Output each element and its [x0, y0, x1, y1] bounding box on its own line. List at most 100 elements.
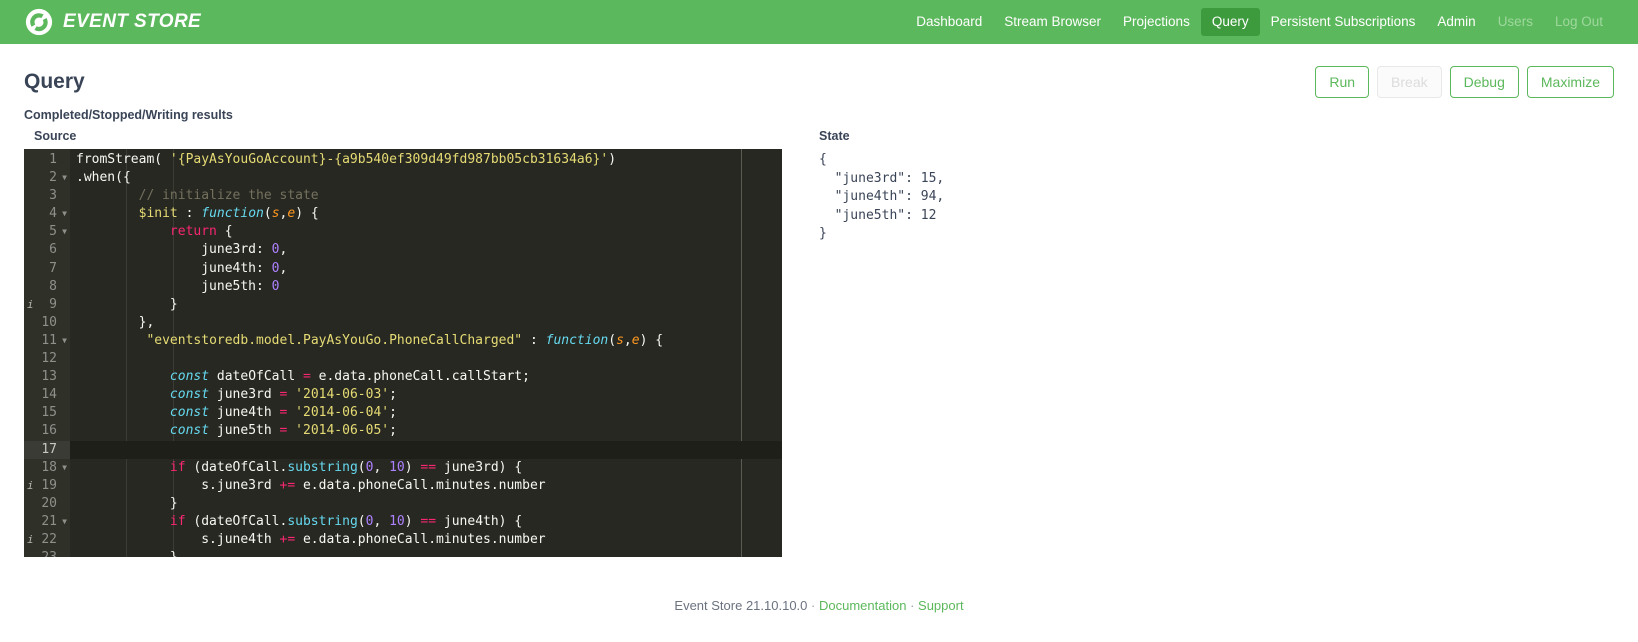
editor-code-line[interactable]: .when({: [70, 169, 782, 187]
code-token: :: [177, 206, 202, 222]
editor-code-line[interactable]: const june3rd = '2014-06-03';: [70, 386, 782, 404]
nav-item-users[interactable]: Users: [1487, 8, 1544, 36]
editor-code-line[interactable]: if (dateOfCall.substring(0, 10) == june4…: [70, 513, 782, 531]
editor-line-number[interactable]: 17: [24, 440, 70, 459]
editor-line-number[interactable]: 9i: [24, 296, 70, 314]
code-token: s.june3rd: [76, 477, 280, 493]
editor-code-line[interactable]: "eventstoredb.model.PayAsYouGo.PhoneCall…: [70, 332, 782, 350]
code-token: if: [169, 513, 186, 529]
editor-line-number[interactable]: 10: [24, 314, 70, 332]
editor-code-line[interactable]: [70, 440, 782, 459]
code-token: 0: [271, 242, 280, 258]
debug-button[interactable]: Debug: [1449, 65, 1519, 99]
nav-item-log-out[interactable]: Log Out: [1544, 8, 1614, 36]
code-token: ;: [389, 423, 397, 439]
footer-support-link[interactable]: Support: [918, 598, 964, 613]
editor-line-number[interactable]: 6: [24, 241, 70, 259]
fold-arrow-icon[interactable]: ▼: [62, 335, 67, 347]
editor-line-number[interactable]: 23: [24, 549, 70, 557]
code-token: ): [608, 152, 617, 167]
editor-line-number[interactable]: 16: [24, 422, 70, 440]
editor-line-number[interactable]: 12: [24, 350, 70, 368]
editor-line-number[interactable]: 3: [24, 187, 70, 205]
editor-code-line[interactable]: const june4th = '2014-06-04';: [70, 404, 782, 422]
editor-code-line[interactable]: [70, 350, 782, 368]
code-token: (: [263, 206, 272, 222]
code-token: e.data.phoneCall.minutes.number: [295, 477, 546, 493]
code-token: $init: [138, 206, 178, 222]
editor-line-number[interactable]: 22 i: [24, 531, 70, 549]
code-token: const: [169, 369, 210, 385]
fold-arrow-icon[interactable]: ▼: [62, 208, 67, 220]
brand-logo-group[interactable]: EVENT STORE: [24, 7, 201, 37]
editor-code-line[interactable]: june4th: 0,: [70, 260, 782, 278]
nav-item-dashboard[interactable]: Dashboard: [905, 8, 993, 36]
editor-gutter[interactable]: 1 2 ▼ 3 4 ▼ 5 ▼ 6 7 8 9 i 10 11 ▼ 12 13 14 15 16 17 18 ▼ 19 i 20 21…: [24, 149, 70, 557]
code-token: e: [631, 332, 640, 348]
editor-line-number[interactable]: 13: [24, 368, 70, 386]
nav-item-projections[interactable]: Projections: [1112, 8, 1201, 36]
code-token: ) {: [639, 332, 664, 348]
info-marker-icon[interactable]: i: [27, 296, 34, 314]
editor-line-number[interactable]: 4 ▼: [24, 205, 70, 223]
code-token: (: [608, 332, 617, 348]
nav-item-query[interactable]: Query: [1200, 8, 1260, 36]
editor-code-line[interactable]: const june5th = '2014-06-05';: [70, 422, 782, 440]
code-token: // initialize the state: [138, 188, 319, 204]
editor-code-line[interactable]: s.june4th += e.data.phoneCall.minutes.nu…: [70, 531, 782, 549]
fold-arrow-icon[interactable]: ▼: [62, 516, 67, 528]
maximize-button[interactable]: Maximize: [1526, 65, 1614, 99]
editor-code-line[interactable]: const dateOfCall = e.data.phoneCall.call…: [70, 368, 782, 386]
page-header: Query Run Break Debug Maximize: [0, 44, 1638, 100]
editor-line-number[interactable]: 21 ▼: [24, 513, 70, 531]
editor-code-line[interactable]: }: [70, 495, 782, 513]
editor-line-number[interactable]: 2 ▼: [24, 169, 70, 187]
code-token: (: [357, 459, 366, 475]
code-token: june3rd: [209, 387, 280, 403]
editor-code-area[interactable]: fromStream( '{PayAsYouGoAccount}-{a9b540…: [70, 149, 782, 557]
editor-code-line[interactable]: // initialize the state: [70, 187, 782, 205]
code-token: :: [522, 332, 546, 348]
editor-code-line[interactable]: june3rd: 0,: [70, 241, 782, 259]
code-token: '2014-06-04': [295, 405, 390, 421]
editor-code-line[interactable]: s.june3rd += e.data.phoneCall.minutes.nu…: [70, 477, 782, 495]
editor-line-number[interactable]: 19 i: [24, 477, 70, 495]
editor-code-line[interactable]: }: [70, 296, 782, 314]
editor-line-number[interactable]: 18 ▼: [24, 459, 70, 477]
footer-documentation-link[interactable]: Documentation: [819, 598, 906, 613]
editor-line-number[interactable]: 14: [24, 386, 70, 404]
editor-line-number[interactable]: 1: [24, 151, 70, 169]
editor-line-number[interactable]: 20: [24, 495, 70, 513]
run-button[interactable]: Run: [1315, 65, 1370, 99]
editor-code-line[interactable]: return {: [70, 223, 782, 241]
info-marker-icon[interactable]: i: [27, 531, 34, 549]
nav-item-stream-browser[interactable]: Stream Browser: [993, 8, 1112, 36]
editor-line-number[interactable]: 11 ▼: [24, 332, 70, 350]
code-token: e.data.phoneCall.callStart;: [310, 369, 530, 385]
editor-code-line[interactable]: $init : function(s,e) {: [70, 205, 782, 223]
editor-line-number[interactable]: 8: [24, 278, 70, 296]
editor-line-number[interactable]: 5 ▼: [24, 223, 70, 241]
code-token: (dateOfCall.: [185, 459, 288, 475]
fold-arrow-icon[interactable]: ▼: [62, 462, 67, 474]
editor-line-number[interactable]: 7: [24, 260, 70, 278]
code-token: ,: [279, 260, 288, 276]
editor-code-line[interactable]: }: [70, 549, 782, 557]
code-token: (dateOfCall.: [185, 513, 288, 529]
fold-arrow-icon[interactable]: ▼: [62, 226, 67, 238]
code-token: june5th: [209, 423, 280, 439]
nav-item-admin[interactable]: Admin: [1426, 8, 1486, 36]
source-code-editor[interactable]: 1 2 ▼ 3 4 ▼ 5 ▼ 6 7 8 9 i 10 11 ▼ 12 13 14 15 16 17 18 ▼ 19 i 20 21…: [24, 149, 782, 557]
editor-code-line[interactable]: june5th: 0: [70, 278, 782, 296]
fold-arrow-icon[interactable]: ▼: [62, 172, 67, 184]
editor-code-line[interactable]: if (dateOfCall.substring(0, 10) == june3…: [70, 459, 782, 477]
info-marker-icon[interactable]: i: [27, 477, 34, 495]
nav-item-persistent-subscriptions[interactable]: Persistent Subscriptions: [1260, 8, 1427, 36]
editor-code-line[interactable]: fromStream( '{PayAsYouGoAccount}-{a9b540…: [70, 151, 782, 169]
editor-code-line[interactable]: },: [70, 314, 782, 332]
editor-line-number[interactable]: 15: [24, 404, 70, 422]
code-token: fromStream(: [76, 152, 170, 167]
